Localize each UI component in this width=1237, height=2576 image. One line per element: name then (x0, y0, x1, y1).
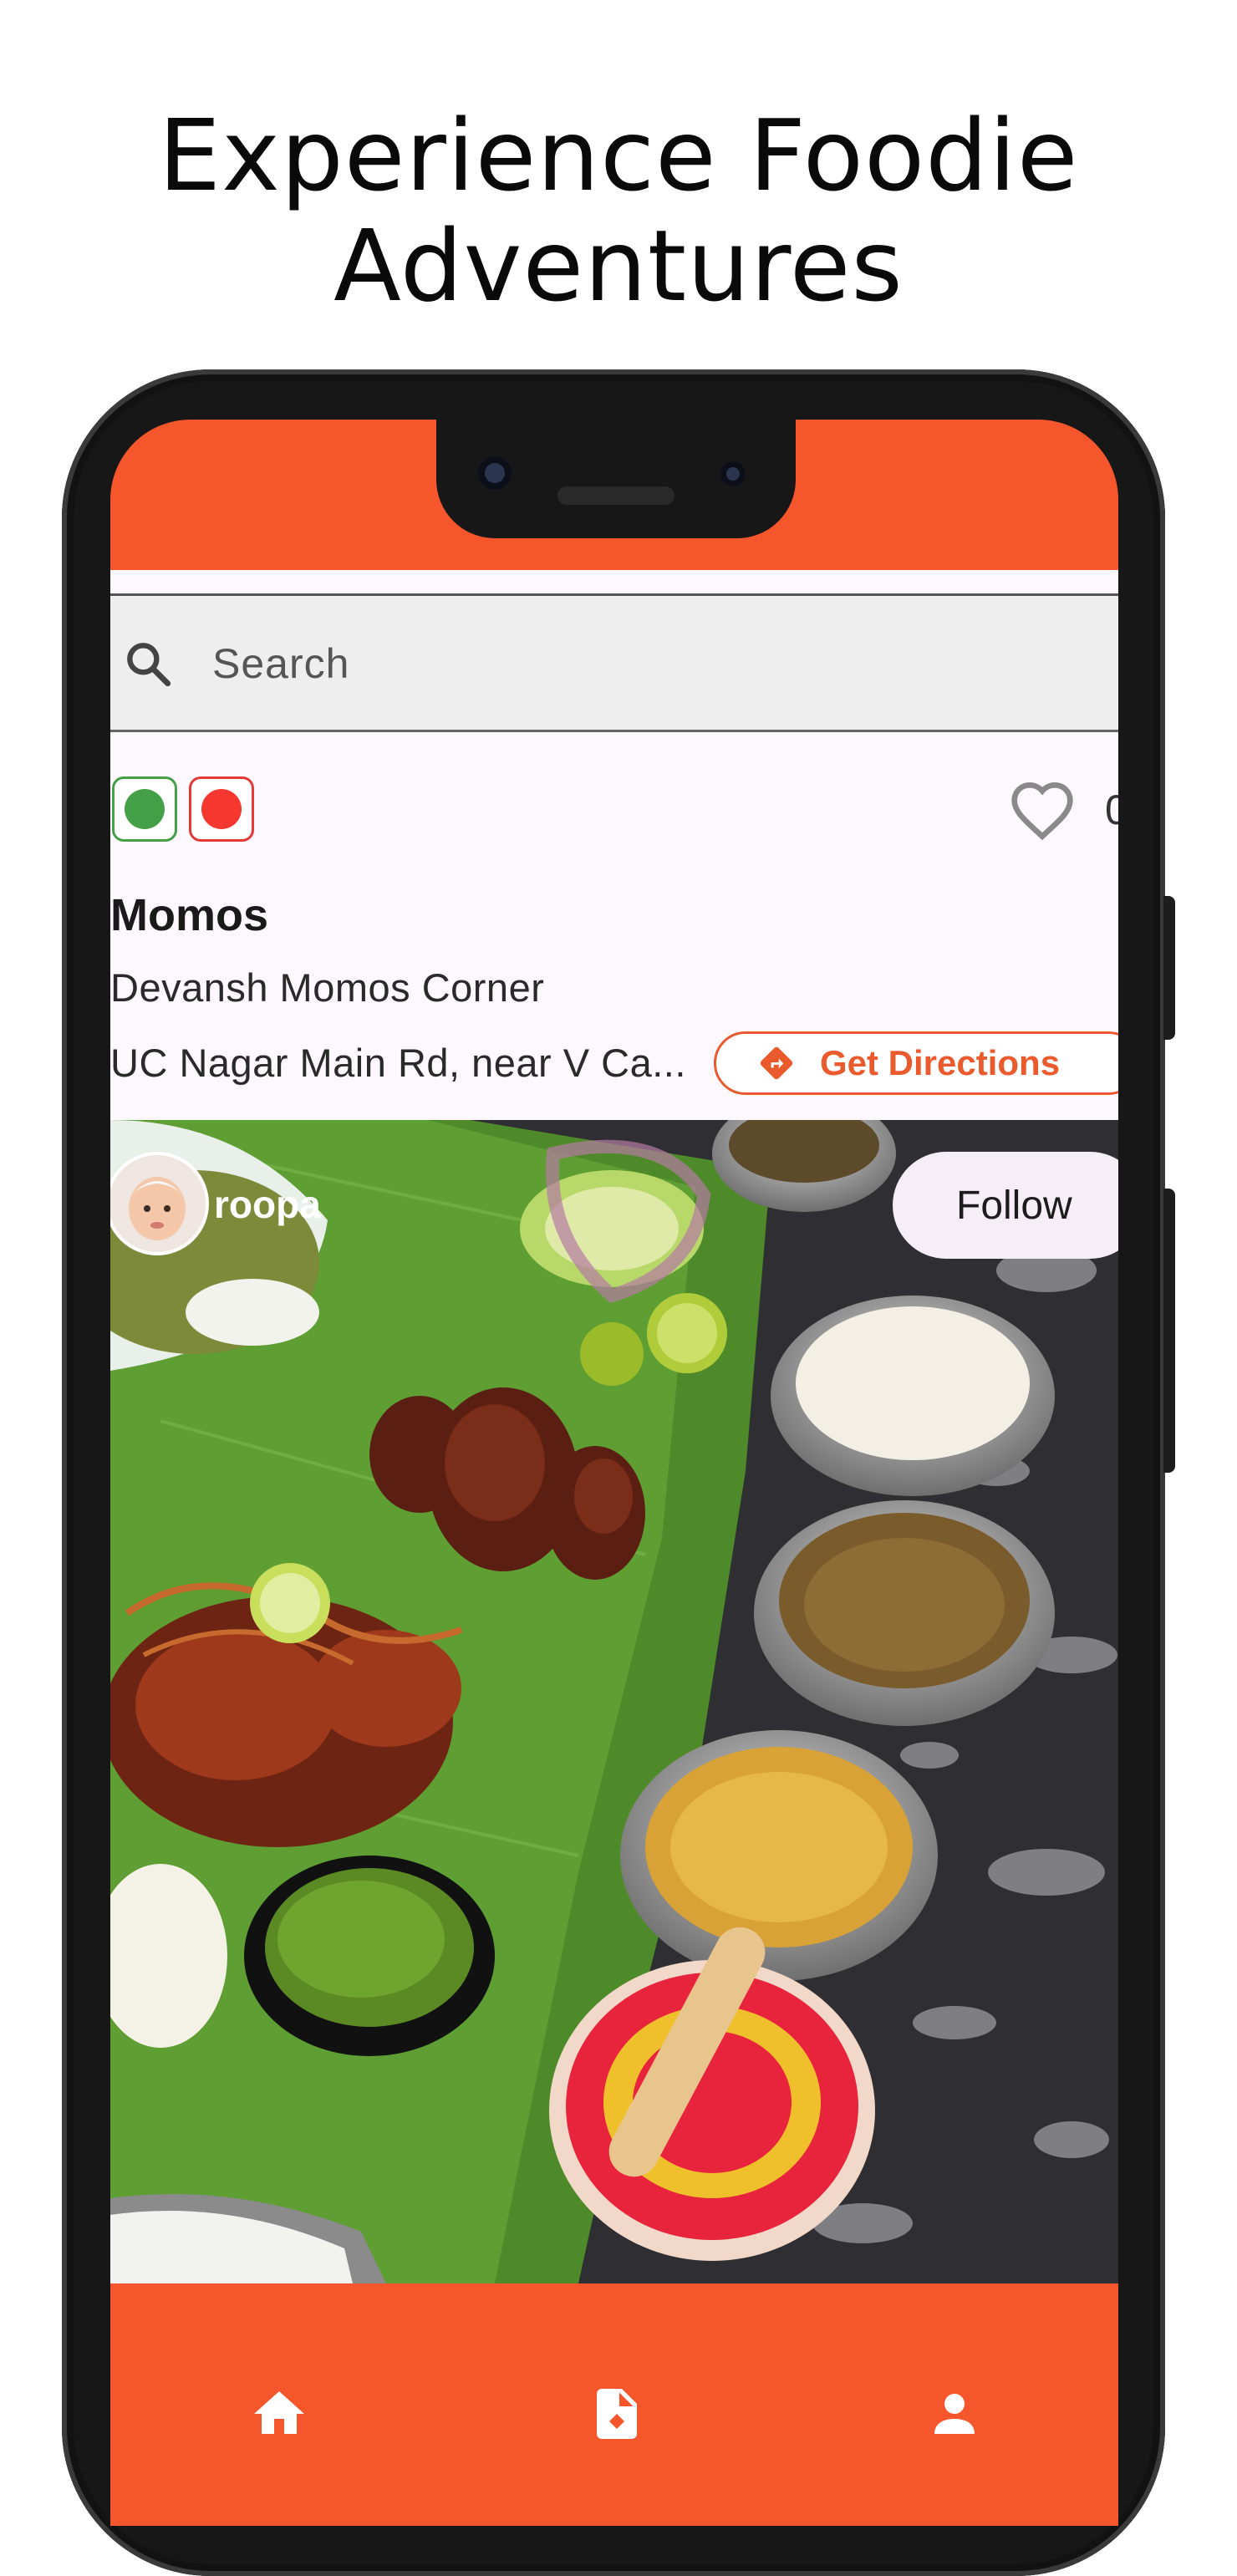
get-directions-button[interactable]: Get Directions (714, 1031, 1118, 1095)
promo-headline: Experience Foodie Adventures (0, 100, 1237, 321)
headline-line-2: Adventures (333, 208, 904, 323)
home-icon[interactable] (249, 2384, 309, 2444)
add-post-icon[interactable] (587, 2384, 647, 2444)
phone-notch (436, 420, 796, 538)
earpiece-speaker (557, 486, 674, 505)
like-count: 0 (1105, 787, 1118, 833)
phone-volume-button (1163, 1189, 1175, 1473)
headline-line-1: Experience Foodie (158, 98, 1079, 213)
bottom-navigation (110, 2283, 1118, 2526)
food-photo (110, 1120, 1118, 2283)
phone-screen: 0 Momos Devansh Momos Corner UC Nagar Ma… (110, 420, 1118, 2526)
search-icon (127, 643, 171, 687)
shop-name: Devansh Momos Corner (110, 965, 545, 1010)
heart-icon[interactable] (1009, 779, 1076, 841)
avatar-image (110, 1155, 206, 1252)
phone-power-button (1163, 896, 1175, 1040)
feed-content: 0 Momos Devansh Momos Corner UC Nagar Ma… (110, 570, 1118, 2283)
nonveg-indicator (189, 776, 254, 842)
get-directions-label: Get Directions (820, 1043, 1061, 1082)
search-bar[interactable] (110, 593, 1118, 732)
dish-name: Momos (110, 890, 268, 940)
veg-indicator (112, 776, 177, 842)
shop-address: UC Nagar Main Rd, near V Ca... (110, 1041, 686, 1085)
front-sensor (720, 461, 746, 486)
post-username[interactable]: roopa (214, 1182, 321, 1227)
profile-icon[interactable] (924, 2384, 985, 2444)
directions-icon (760, 1046, 793, 1080)
follow-button[interactable]: Follow (893, 1152, 1118, 1259)
search-input[interactable] (211, 621, 1100, 706)
food-post-image[interactable]: roopa Follow (110, 1120, 1118, 2283)
front-camera (478, 456, 512, 490)
